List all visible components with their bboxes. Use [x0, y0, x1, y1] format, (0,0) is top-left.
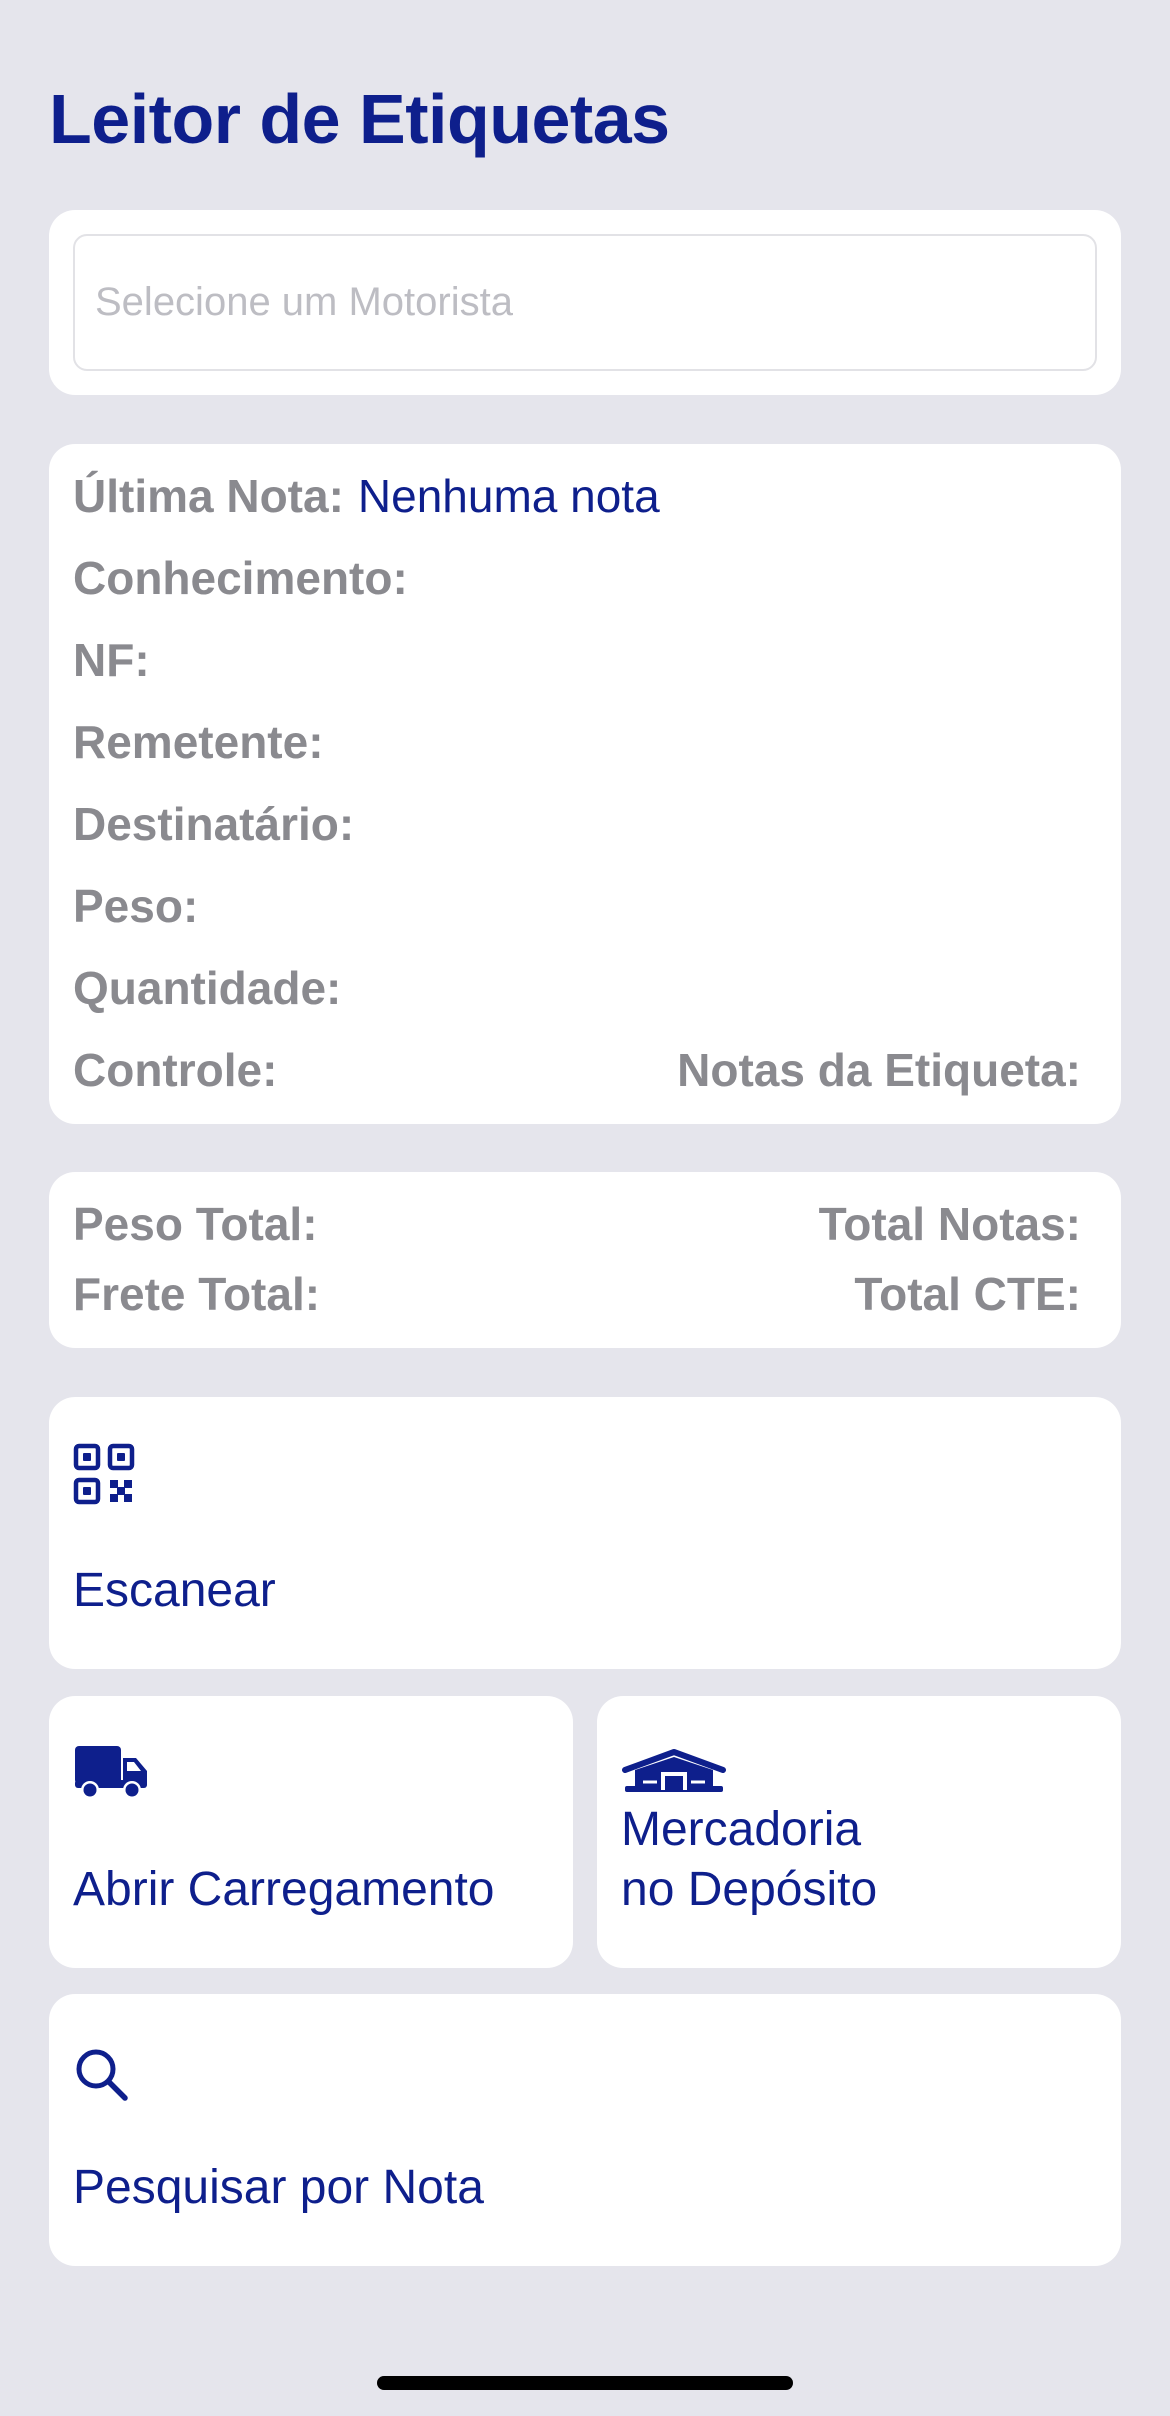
goods-in-depot-button[interactable]: Mercadoria no Depósito: [597, 1696, 1121, 1968]
row-peso-total: Peso Total: Total Notas:: [73, 1194, 1081, 1254]
row-peso: Peso:: [73, 876, 1081, 936]
open-loading-button-label: Abrir Carregamento: [73, 1863, 495, 1916]
row-quantidade: Quantidade:: [73, 958, 1081, 1018]
row-frete-total: Frete Total: Total CTE:: [73, 1264, 1081, 1324]
page-title: Leitor de Etiquetas: [49, 80, 670, 158]
row-nf: NF:: [73, 630, 1081, 690]
goods-in-depot-label-line1: Mercadoria: [621, 1803, 862, 1856]
row-controle: Controle: Notas da Etiqueta:: [73, 1040, 1081, 1100]
driver-select-input[interactable]: [73, 234, 1097, 371]
goods-in-depot-button-label: Mercadoria no Depósito: [621, 1800, 1091, 1920]
search-by-note-button-label: Pesquisar por Nota: [73, 2161, 484, 2214]
row-ultima-nota: Última Nota: Nenhuma nota: [73, 466, 1081, 526]
warehouse-icon: [622, 1749, 726, 1792]
total-cte-label: Total CTE:: [854, 1268, 1081, 1320]
nf-label: NF:: [73, 634, 150, 686]
row-conhecimento: Conhecimento:: [73, 548, 1081, 608]
peso-total-label: Peso Total:: [73, 1198, 318, 1250]
qr-code-icon: [73, 1443, 135, 1505]
scan-button[interactable]: Escanear: [49, 1397, 1121, 1669]
frete-total-label: Frete Total:: [73, 1268, 321, 1320]
search-by-note-button[interactable]: Pesquisar por Nota: [49, 1994, 1121, 2266]
ultima-nota-label: Última Nota:: [73, 470, 344, 522]
search-icon: [76, 2049, 128, 2101]
ultima-nota-value: Nenhuma nota: [357, 470, 660, 522]
conhecimento-label: Conhecimento:: [73, 552, 408, 604]
home-indicator: [377, 2376, 793, 2390]
destinatario-label: Destinatário:: [73, 798, 355, 850]
row-destinatario: Destinatário:: [73, 794, 1081, 854]
last-note-info-card: Última Nota: Nenhuma nota Conhecimento: N…: [49, 444, 1121, 1124]
row-remetente: Remetente:: [73, 712, 1081, 772]
controle-label: Controle:: [73, 1044, 278, 1096]
driver-select-card: [49, 210, 1121, 395]
remetente-label: Remetente:: [73, 716, 324, 768]
quantidade-label: Quantidade:: [73, 962, 342, 1014]
scan-button-label: Escanear: [73, 1564, 276, 1617]
notas-etiqueta-label: Notas da Etiqueta:: [677, 1044, 1081, 1096]
truck-icon: [75, 1746, 147, 1799]
open-loading-button[interactable]: Abrir Carregamento: [49, 1696, 573, 1968]
goods-in-depot-label-line2: no Depósito: [621, 1863, 878, 1916]
total-notas-label: Total Notas:: [818, 1198, 1081, 1250]
totals-card: Peso Total: Total Notas: Frete Total: To…: [49, 1172, 1121, 1348]
peso-label: Peso:: [73, 880, 199, 932]
